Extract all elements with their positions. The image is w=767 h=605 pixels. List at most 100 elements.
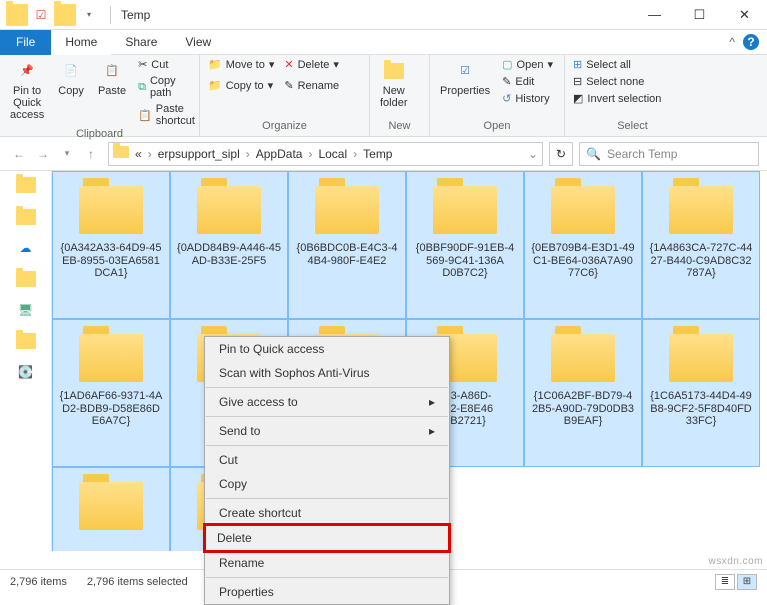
rename-button[interactable]: ✎Rename [282,78,341,93]
new-folder-button[interactable]: New folder [376,57,412,111]
folder-item[interactable] [52,467,170,551]
tree-folder-icon[interactable] [16,209,36,225]
crumb-overflow[interactable]: « [131,147,146,161]
delete-button[interactable]: ✕Delete▾ [282,57,341,72]
copy-button[interactable]: 📄 Copy [54,57,88,99]
folder-icon [79,482,143,530]
tab-home[interactable]: Home [51,30,111,55]
folder-name: {0ADD84B9-A446-45AD-B33E-25F5 [177,242,281,267]
folder-name: {1C6A5173-44D4-49B8-9CF2-5F8D40FD33FC} [649,390,753,428]
cm-delete[interactable]: Delete [203,523,451,553]
group-organize-label: Organize [206,120,363,134]
cut-icon: ✂ [138,58,147,71]
address-dropdown-icon[interactable]: ⌄ [528,147,538,161]
select-none-button[interactable]: ⊟Select none [571,74,663,89]
folder-item[interactable]: {0ADD84B9-A446-45AD-B33E-25F5 [170,171,288,319]
open-button[interactable]: ▢Open▾ [500,57,555,72]
folder-item[interactable]: {1C6A5173-44D4-49B8-9CF2-5F8D40FD33FC} [642,319,760,467]
shortcut-icon: 📋 [138,109,152,122]
edit-button[interactable]: ✎Edit [500,74,555,89]
history-button[interactable]: ↺History [500,91,555,106]
cm-pin-quick-access[interactable]: Pin to Quick access [205,337,449,361]
tab-file[interactable]: File [0,30,51,55]
qa-folder-icon[interactable] [54,4,76,26]
minimize-button[interactable]: — [632,0,677,30]
folder-item[interactable]: {0BBF90DF-91EB-4569-9C41-136AD0B7C2} [406,171,524,319]
move-to-button[interactable]: 📁Move to▾ [206,57,276,72]
copypath-icon: ⧉ [138,81,146,94]
tree-folder-icon[interactable] [16,177,36,193]
status-item-count: 2,796 items [10,576,67,588]
watermark: wsxdn.com [708,556,763,567]
nav-forward-button[interactable]: → [32,143,54,165]
cm-create-shortcut[interactable]: Create shortcut [205,501,449,525]
qa-check-icon[interactable]: ☑ [30,4,52,26]
paste-shortcut-button[interactable]: 📋Paste shortcut [136,102,197,128]
tree-folder-icon[interactable] [16,271,36,287]
help-icon[interactable]: ? [743,34,759,50]
folder-name: {1AD6AF66-9371-4AD2-BDB9-D58E86DE6A7C} [59,390,163,428]
open-icon: ▢ [502,58,512,71]
folder-icon [197,186,261,234]
folder-icon [6,4,28,26]
select-all-button[interactable]: ⊞Select all [571,57,663,72]
crumb-temp[interactable]: Temp [359,147,396,161]
cm-copy[interactable]: Copy [205,472,449,496]
group-new-label: New [376,120,423,134]
tree-folder-icon[interactable] [16,333,36,349]
folder-name: {0A342A33-64D9-45EB-8955-03EA6581DCA1} [59,242,163,280]
qa-dropdown-icon[interactable]: ▾ [78,4,100,26]
properties-button[interactable]: ☑ Properties [436,57,494,99]
folder-name: {1A4863CA-727C-4427-B440-C9AD8C32787A} [649,242,753,280]
folder-icon [79,186,143,234]
folder-item[interactable]: {0B6BDC0B-E4C3-44B4-980F-E4E2 [288,171,406,319]
collapse-ribbon-icon[interactable]: ^ [729,35,735,49]
icons-view-button[interactable]: ⊞ [737,574,757,590]
copy-path-button[interactable]: ⧉Copy path [136,74,197,100]
address-bar[interactable]: «› erpsupport_sipl› AppData› Local› Temp… [108,142,543,166]
folder-item[interactable]: {0A342A33-64D9-45EB-8955-03EA6581DCA1} [52,171,170,319]
crumb-local[interactable]: Local [314,147,351,161]
folder-item[interactable]: {1AD6AF66-9371-4AD2-BDB9-D58E86DE6A7C} [52,319,170,467]
close-button[interactable]: ✕ [722,0,767,30]
pin-quick-access-button[interactable]: 📌 Pin to Quick access [6,57,48,123]
search-input[interactable]: 🔍 Search Temp [579,142,759,166]
navigation-pane[interactable]: ☁ 🖥 💽 [0,171,52,551]
cm-rename[interactable]: Rename [205,551,449,575]
title-bar: ☑ ▾ Temp — ☐ ✕ [0,0,767,30]
refresh-button[interactable]: ↻ [549,142,573,166]
edit-icon: ✎ [502,75,511,88]
cut-button[interactable]: ✂Cut [136,57,197,72]
selectall-icon: ⊞ [573,58,582,71]
submenu-arrow-icon: ▸ [429,395,435,409]
invert-selection-button[interactable]: ◩Invert selection [571,91,663,106]
cm-scan-antivirus[interactable]: Scan with Sophos Anti-Virus [205,361,449,385]
crumb-appdata[interactable]: AppData [252,147,307,161]
copy-to-button[interactable]: 📁Copy to▾ [206,78,276,93]
tree-thispc-icon[interactable]: 🖥 [18,303,33,317]
nav-recent-button[interactable]: ▾ [56,143,78,165]
cm-send-to[interactable]: Send to▸ [205,419,449,443]
cm-give-access[interactable]: Give access to▸ [205,390,449,414]
nav-up-button[interactable]: ↑ [80,143,102,165]
crumb-user[interactable]: erpsupport_sipl [154,147,244,161]
group-clipboard-label: Clipboard [6,128,193,142]
folder-item[interactable]: {1C06A2BF-BD79-42B5-A90D-79D0DB3B9EAF} [524,319,642,467]
paste-button[interactable]: 📋 Paste [94,57,130,99]
tree-drive-icon[interactable]: 💽 [18,365,33,379]
folder-item[interactable]: {0EB709B4-E3D1-49C1-BE64-036A7A9077C6} [524,171,642,319]
folder-name: {0B6BDC0B-E4C3-44B4-980F-E4E2 [295,242,399,267]
history-icon: ↺ [502,92,511,105]
cm-properties[interactable]: Properties [205,580,449,604]
tree-onedrive-icon[interactable]: ☁ [20,241,32,255]
cm-cut[interactable]: Cut [205,448,449,472]
group-select-label: Select [571,120,694,134]
paste-icon: 📋 [100,59,124,83]
folder-item[interactable]: {1A4863CA-727C-4427-B440-C9AD8C32787A} [642,171,760,319]
maximize-button[interactable]: ☐ [677,0,722,30]
tab-share[interactable]: Share [111,30,171,55]
details-view-button[interactable]: ≣ [715,574,735,590]
tab-view[interactable]: View [171,30,225,55]
submenu-arrow-icon: ▸ [429,424,435,438]
nav-back-button[interactable]: ← [8,143,30,165]
